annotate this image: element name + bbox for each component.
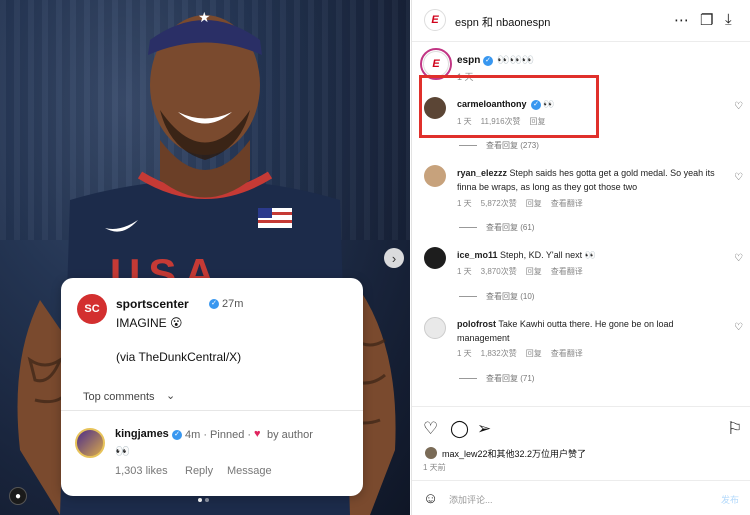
commenter-username[interactable]: ice_mo11 [457,250,498,260]
reply-button[interactable]: Reply [185,465,213,477]
more-icon[interactable]: ⋯ [674,11,689,29]
share-icon[interactable]: ➢ [477,419,491,439]
view-replies-button[interactable]: 查看回复 (61) [459,222,534,233]
view-replies-label[interactable]: 查看回复 (10) [486,292,534,301]
like-heart-icon[interactable]: ♡ [734,101,743,112]
instagram-post-viewer: ★ USA › ● SC sportscenter ✓ 27m IMAGINE … [0,0,750,515]
like-heart-icon[interactable]: ♡ [734,253,743,264]
comment-body: polofrost Take Kawhi outta there. He gon… [457,317,722,345]
see-translation-button[interactable]: 查看翻译 [551,267,583,276]
highlight-box [419,75,599,138]
next-arrow-button[interactable]: › [384,248,404,268]
comment-likes[interactable]: 1,303 likes [115,465,168,477]
reply-button[interactable]: 回复 [526,267,542,276]
verified-badge-icon: ✓ [483,56,493,66]
tagged-user-icon[interactable]: ● [9,487,27,505]
add-comment-input[interactable]: 添加评论... [449,493,493,506]
comment-meta: 1 天 5,872次赞 回复 查看翻译 [457,198,592,209]
comment-meta: 1 天 3,870次赞 回复 查看翻译 [457,266,592,277]
caption-text: 👀👀👀 [497,55,535,66]
comment-time: 1 天 [457,349,472,358]
commenter-avatar[interactable] [424,247,446,269]
commenter-avatar[interactable] [424,317,446,339]
like-heart-icon[interactable]: ♡ [734,322,743,333]
divider [61,410,363,411]
message-button[interactable]: Message [227,465,272,477]
view-replies-button[interactable]: 查看回复 (10) [459,291,534,302]
comment-body: ice_mo11 Steph, KD. Y'all next 👀 [457,248,722,262]
post-text-line2: (via TheDunkCentral/X) [116,350,242,364]
commenter-avatar[interactable] [424,165,446,187]
sportscenter-avatar[interactable]: SC [77,294,107,324]
chevron-down-icon[interactable]: ⌄ [166,389,175,402]
reply-button[interactable]: 回复 [526,199,542,208]
liker-avatar[interactable] [425,447,437,459]
see-translation-button[interactable]: 查看翻译 [551,349,583,358]
caption-username[interactable]: espn [457,55,480,66]
carousel-dots [198,498,209,502]
copy-icon[interactable]: ❐ [700,11,713,29]
top-comments-label[interactable]: Top comments [83,391,155,403]
view-replies-button[interactable]: 查看回复 (71) [459,373,534,384]
comment-time: 1 天 [457,267,472,276]
post-time: 1 天前 [423,463,446,472]
post-header: E espn 和 nbaonespn ⋯ ❐ ⤓ [412,0,750,42]
post-photo[interactable]: ★ USA › ● SC sportscenter ✓ 27m IMAGINE … [0,0,410,515]
emoji-icon[interactable]: ☺ [423,490,438,507]
commenter-username[interactable]: ryan_elezzz [457,168,507,178]
comment-body: ryan_elezzz Steph saids hes gotta get a … [457,166,722,194]
view-replies-button[interactable]: 查看回复 (273) [459,140,539,151]
espn-avatar[interactable]: E [423,51,449,77]
post-button[interactable]: 发布 [721,493,739,506]
comments-panel: E espn 和 nbaonespn ⋯ ❐ ⤓ E espn ✓ 👀👀👀 1 … [411,0,750,515]
comment-meta: 1 天 1,832次赞 回复 查看翻译 [457,348,592,359]
like-heart-icon[interactable]: ♡ [423,419,438,439]
view-replies-label[interactable]: 查看回复 (61) [486,223,534,232]
comment-likes[interactable]: 5,872次赞 [481,199,517,208]
liked-by-text[interactable]: max_lew22和其他32.2万位用户赞了 [442,447,586,460]
add-comment-bar: ☺ 添加评论... 发布 [412,480,750,515]
like-heart-icon[interactable]: ♡ [734,172,743,183]
carousel-dot [198,498,202,502]
comment-likes[interactable]: 3,870次赞 [481,267,517,276]
post-text-line1: IMAGINE 😮 [116,316,183,330]
kingjames-username[interactable]: kingjames [115,428,169,440]
sportscenter-post-card: SC sportscenter ✓ 27m IMAGINE 😮 (via The… [61,278,363,496]
see-translation-button[interactable]: 查看翻译 [551,199,583,208]
view-replies-label[interactable]: 查看回复 (273) [486,141,539,150]
comment-meta: 4m · Pinned · [185,429,252,441]
comment-text: 👀 [115,444,130,458]
bookmark-icon[interactable]: ⚐ [727,419,742,439]
comment-likes[interactable]: 1,832次赞 [481,349,517,358]
view-replies-label[interactable]: 查看回复 (71) [486,374,534,383]
post-author-title[interactable]: espn 和 nbaonespn [455,14,550,30]
espn-avatar[interactable]: E [424,9,446,31]
comment-text: Steph, KD. Y'all next 👀 [500,250,596,260]
liked-by-author-label: by author [267,429,313,441]
download-icon[interactable]: ⤓ [725,11,732,28]
comment-time: 1 天 [457,199,472,208]
comment-icon[interactable]: ◯ [450,419,469,439]
kingjames-avatar[interactable] [75,428,105,458]
svg-text:★: ★ [198,10,211,26]
verified-badge-icon: ✓ [209,299,219,309]
carousel-dot [205,498,209,502]
verified-badge-icon: ✓ [172,430,182,440]
post-time: 27m [222,298,244,310]
post-actions: ♡ ◯ ➢ ⚐ max_lew22和其他32.2万位用户赞了 1 天前 ☺ 添加… [412,406,750,515]
sportscenter-username[interactable]: sportscenter [116,297,189,311]
heart-icon: ♥ [254,428,261,440]
commenter-username[interactable]: polofrost [457,319,496,329]
reply-button[interactable]: 回复 [526,349,542,358]
